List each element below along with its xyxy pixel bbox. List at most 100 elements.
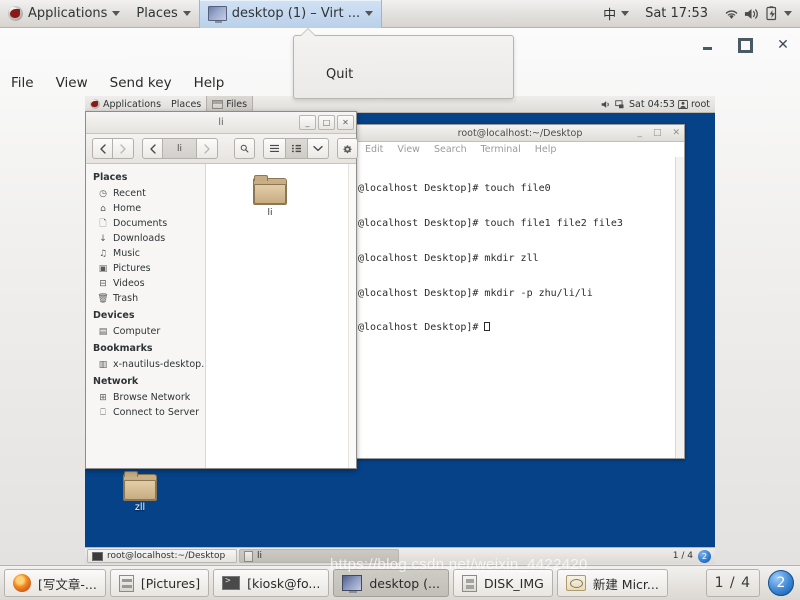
sidebar-item-x-nautilus-desktop[interactable]: ▥ x-nautilus-desktop...: [86, 357, 205, 372]
guest-task-terminal[interactable]: root@localhost:~/Desktop: [87, 549, 237, 563]
disk-icon: [461, 574, 477, 592]
host-task-pictures[interactable]: [Pictures]: [109, 569, 210, 597]
sidebar-item-pictures[interactable]: ▣ Pictures: [86, 261, 205, 276]
menu-send-key[interactable]: Send key: [99, 70, 183, 96]
window-list-item-virt-viewer[interactable]: desktop (1) – Virt ...: [198, 0, 383, 28]
forward-button[interactable]: [113, 138, 134, 159]
host-task-kiosk-terminal[interactable]: [kiosk@fo...: [213, 569, 330, 597]
download-icon: ↓: [99, 233, 107, 244]
document-icon: 🗋: [99, 218, 107, 229]
host-task-firefox[interactable]: [写文章-...: [4, 569, 106, 597]
terminal-window: root@localhost:~/Desktop _ □ ✕ Edit View…: [355, 124, 685, 459]
server-icon: ⎕: [100, 407, 106, 418]
system-status-area[interactable]: [716, 0, 800, 28]
files-close-button[interactable]: ✕: [337, 115, 354, 130]
host-task-desktop-vm[interactable]: desktop (...: [333, 569, 449, 597]
breadcrumb-item-li[interactable]: li: [163, 138, 197, 159]
sidebar-item-connect-to-server[interactable]: ⎕ Connect to Server: [86, 405, 205, 420]
files-sidebar: Places ◷ Recent ⌂ Home 🗋 Documents ↓ Dow…: [86, 164, 206, 468]
breadcrumb-next-button[interactable]: [197, 138, 218, 159]
minimize-button[interactable]: [698, 36, 716, 54]
host-top-panel: Applications Places desktop (1) – Virt .…: [0, 0, 800, 28]
settings-button[interactable]: [337, 138, 358, 159]
video-icon: ⊟: [99, 278, 107, 289]
terminal-menu-help[interactable]: Help: [528, 144, 564, 155]
sidebar-item-downloads[interactable]: ↓ Downloads: [86, 231, 205, 246]
files-titlebar[interactable]: li _ □ ✕: [86, 112, 356, 134]
sidebar-item-browse-network[interactable]: ⊞ Browse Network: [86, 390, 205, 405]
terminal-menu-view[interactable]: View: [390, 144, 427, 155]
files-scrollbar[interactable]: [348, 164, 356, 468]
screen-root: Applications Places desktop (1) – Virt .…: [0, 0, 800, 600]
volume-icon: [601, 100, 609, 108]
files-minimize-button[interactable]: _: [299, 115, 316, 130]
menu-view[interactable]: View: [45, 70, 99, 96]
sidebar-item-documents[interactable]: 🗋 Documents: [86, 216, 205, 231]
close-button[interactable]: ✕: [774, 36, 792, 54]
menu-file[interactable]: File: [0, 70, 45, 96]
breadcrumb-prev-button[interactable]: [142, 138, 163, 159]
sidebar-item-label: Downloads: [113, 233, 166, 244]
list-view-button[interactable]: [263, 138, 286, 159]
guest-workspace-badge[interactable]: 2: [698, 549, 711, 563]
menu-item-quit[interactable]: Quit: [326, 67, 353, 82]
sidebar-item-label: Music: [113, 248, 141, 259]
guest-workspace-pager[interactable]: 1 / 4: [673, 551, 696, 561]
host-task-word-document[interactable]: 新建 Micr...: [556, 569, 668, 597]
terminal-icon: [92, 551, 103, 561]
view-options-button[interactable]: [308, 138, 329, 159]
desktop-icon-zll[interactable]: zll: [110, 471, 170, 513]
menu-help[interactable]: Help: [183, 70, 236, 96]
sidebar-item-trash[interactable]: 🗑 Trash: [86, 291, 205, 306]
terminal-output[interactable]: @localhost Desktop]# touch file0 @localh…: [356, 157, 684, 357]
host-task-disk-img[interactable]: DISK_IMG: [452, 569, 553, 597]
camera-icon: ▣: [98, 263, 108, 274]
input-method-indicator[interactable]: 中: [595, 0, 637, 28]
sidebar-item-videos[interactable]: ⊟ Videos: [86, 276, 205, 291]
chevron-right-icon: [204, 143, 210, 154]
applications-menu[interactable]: Applications: [0, 0, 128, 28]
terminal-prompt: @localhost Desktop]#: [358, 322, 485, 334]
popup-arrow-icon: [301, 29, 315, 36]
host-workspace-badge[interactable]: 2: [768, 570, 794, 596]
maximize-button[interactable]: [736, 36, 754, 54]
sidebar-header-bookmarks: Bookmarks: [93, 343, 153, 354]
terminal-prompt-line: @localhost Desktop]#: [358, 322, 684, 334]
guest-task-label: root@localhost:~/Desktop: [107, 551, 226, 561]
grid-view-button[interactable]: [286, 138, 308, 159]
terminal-window-controls: _ □ ✕: [637, 128, 680, 138]
clock[interactable]: Sat 17:53: [637, 0, 716, 28]
host-task-label: 新建 Micr...: [592, 576, 659, 592]
sidebar-item-home[interactable]: ⌂ Home: [86, 201, 205, 216]
terminal-minimize-button[interactable]: _: [637, 128, 642, 138]
search-button[interactable]: [234, 138, 255, 159]
sidebar-item-recent[interactable]: ◷ Recent: [86, 186, 205, 201]
files-icon-view[interactable]: li: [206, 164, 356, 468]
back-button[interactable]: [92, 138, 113, 159]
terminal-menu-search[interactable]: Search: [427, 144, 474, 155]
list-view-icon: [270, 144, 279, 153]
terminal-titlebar[interactable]: root@localhost:~/Desktop _ □ ✕: [356, 125, 684, 142]
sidebar-item-computer[interactable]: ▤ Computer: [86, 324, 205, 339]
terminal-maximize-button[interactable]: □: [653, 128, 662, 138]
terminal-close-button[interactable]: ✕: [672, 128, 680, 138]
ime-chinese-label: 中: [603, 8, 617, 23]
files-icon: [118, 574, 134, 592]
sidebar-item-label: Videos: [113, 278, 145, 289]
files-window-controls: _ □ ✕: [299, 115, 354, 130]
places-menu[interactable]: Places: [128, 0, 198, 28]
host-workspace-pager[interactable]: 1 / 4: [705, 569, 760, 597]
sidebar-item-music[interactable]: ♫ Music: [86, 246, 205, 261]
guest-task-files[interactable]: li: [239, 549, 399, 563]
terminal-icon: [222, 576, 241, 590]
terminal-scrollbar[interactable]: [675, 157, 684, 458]
terminal-menu-terminal[interactable]: Terminal: [474, 144, 528, 155]
guest-status-area[interactable]: Sat 04:53 root: [596, 96, 715, 113]
file-item-li[interactable]: li: [238, 175, 302, 218]
virt-viewer-icon: [342, 575, 363, 593]
terminal-menu-edit[interactable]: Edit: [358, 144, 390, 155]
terminal-title-label: root@localhost:~/Desktop: [457, 127, 583, 139]
fedora-logo-icon: [90, 99, 100, 109]
chevron-down-icon: [365, 11, 374, 16]
files-maximize-button[interactable]: □: [318, 115, 335, 130]
